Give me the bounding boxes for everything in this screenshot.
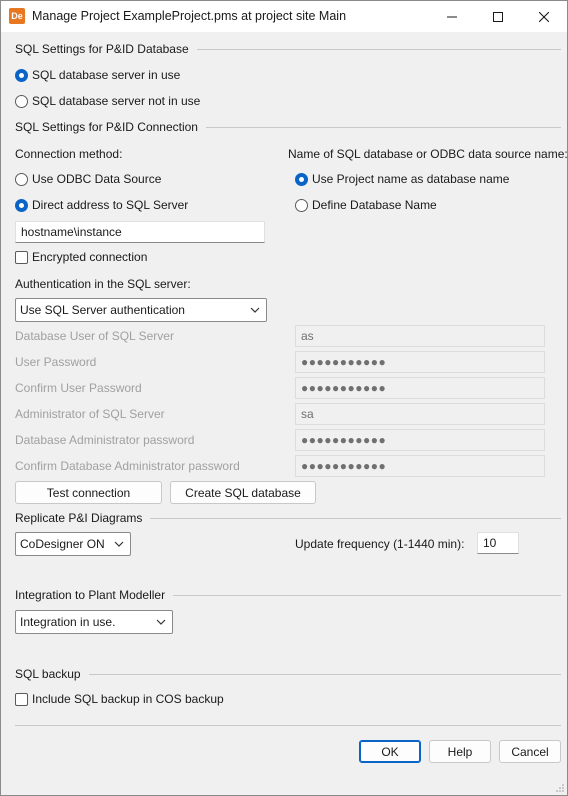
close-icon bbox=[539, 11, 549, 22]
integration-section: Integration to Plant Modeller bbox=[15, 588, 561, 602]
authentication-label: Authentication in the SQL server: bbox=[15, 277, 191, 291]
db-user-label: Database User of SQL Server bbox=[15, 329, 174, 343]
radio-label: Direct address to SQL Server bbox=[32, 198, 189, 212]
checkbox-label: Include SQL backup in COS backup bbox=[32, 692, 224, 706]
ok-button[interactable]: OK bbox=[359, 740, 421, 763]
test-connection-button[interactable]: Test connection bbox=[15, 481, 162, 504]
radio-unselected-icon bbox=[15, 94, 28, 108]
radio-label: Use Project name as database name bbox=[312, 172, 510, 186]
checkbox-icon bbox=[15, 250, 28, 264]
chevron-down-icon bbox=[250, 307, 260, 313]
encrypted-connection-checkbox[interactable]: Encrypted connection bbox=[15, 250, 147, 264]
resize-grip-icon[interactable] bbox=[555, 783, 565, 793]
confirm-db-admin-password-label: Confirm Database Administrator password bbox=[15, 459, 240, 473]
radio-odbc-source[interactable]: Use ODBC Data Source bbox=[15, 172, 161, 186]
integration-heading: Integration to Plant Modeller bbox=[15, 588, 166, 602]
title-bar: De Manage Project ExampleProject.pms at … bbox=[1, 1, 567, 32]
radio-sql-in-use[interactable]: SQL database server in use bbox=[15, 68, 180, 82]
maximize-icon bbox=[493, 11, 503, 22]
checkbox-icon bbox=[15, 692, 28, 706]
db-admin-password-label: Database Administrator password bbox=[15, 433, 195, 447]
connection-method-label: Connection method: bbox=[15, 147, 123, 161]
integration-value: Integration in use. bbox=[20, 615, 116, 629]
replicate-section: Replicate P&I Diagrams bbox=[15, 511, 561, 525]
footer-divider bbox=[15, 725, 561, 726]
radio-selected-icon bbox=[15, 198, 28, 212]
integration-select[interactable]: Integration in use. bbox=[15, 610, 173, 634]
sql-connection-section: SQL Settings for P&ID Connection bbox=[15, 120, 561, 134]
sql-backup-section: SQL backup bbox=[15, 667, 561, 681]
database-name-label: Name of SQL database or ODBC data source… bbox=[288, 147, 568, 161]
radio-selected-icon bbox=[295, 172, 308, 186]
radio-use-project-name[interactable]: Use Project name as database name bbox=[295, 172, 509, 186]
replicate-select[interactable]: CoDesigner ON bbox=[15, 532, 131, 556]
sql-database-heading: SQL Settings for P&ID Database bbox=[15, 42, 189, 56]
radio-direct-address[interactable]: Direct address to SQL Server bbox=[15, 198, 188, 212]
update-frequency-input[interactable]: 10 bbox=[477, 532, 519, 554]
replicate-heading: Replicate P&I Diagrams bbox=[15, 511, 143, 525]
minimize-icon bbox=[447, 16, 457, 17]
divider bbox=[173, 594, 561, 596]
close-button[interactable] bbox=[521, 1, 567, 32]
sql-connection-heading: SQL Settings for P&ID Connection bbox=[15, 120, 198, 134]
minimize-button[interactable] bbox=[429, 1, 475, 32]
radio-selected-icon bbox=[15, 68, 28, 82]
radio-sql-not-in-use[interactable]: SQL database server not in use bbox=[15, 94, 200, 108]
radio-unselected-icon bbox=[295, 198, 308, 212]
chevron-down-icon bbox=[156, 619, 166, 625]
confirm-user-password-input[interactable]: ●●●●●●●●●●● bbox=[295, 377, 545, 399]
authentication-select[interactable]: Use SQL Server authentication bbox=[15, 298, 267, 322]
manage-project-dialog: De Manage Project ExampleProject.pms at … bbox=[0, 0, 568, 796]
user-password-label: User Password bbox=[15, 355, 97, 369]
divider bbox=[150, 517, 561, 519]
replicate-value: CoDesigner ON bbox=[20, 537, 105, 551]
sql-backup-heading: SQL backup bbox=[15, 667, 81, 681]
db-user-input[interactable]: as bbox=[295, 325, 545, 347]
confirm-db-admin-password-input[interactable]: ●●●●●●●●●●● bbox=[295, 455, 545, 477]
cancel-button[interactable]: Cancel bbox=[499, 740, 561, 763]
update-frequency-label: Update frequency (1-1440 min): bbox=[295, 537, 465, 551]
sql-database-section: SQL Settings for P&ID Database bbox=[15, 42, 561, 56]
divider bbox=[205, 126, 561, 128]
chevron-down-icon bbox=[114, 541, 124, 547]
create-sql-database-button[interactable]: Create SQL database bbox=[170, 481, 316, 504]
divider bbox=[88, 673, 561, 675]
radio-label: Define Database Name bbox=[312, 198, 437, 212]
radio-define-database-name[interactable]: Define Database Name bbox=[295, 198, 437, 212]
include-sql-backup-checkbox[interactable]: Include SQL backup in COS backup bbox=[15, 692, 224, 706]
radio-label: SQL database server in use bbox=[32, 68, 181, 82]
sql-admin-label: Administrator of SQL Server bbox=[15, 407, 165, 421]
db-admin-password-input[interactable]: ●●●●●●●●●●● bbox=[295, 429, 545, 451]
window-title: Manage Project ExampleProject.pms at pro… bbox=[32, 9, 347, 23]
radio-unselected-icon bbox=[15, 172, 28, 186]
sql-admin-input[interactable]: sa bbox=[295, 403, 545, 425]
checkbox-label: Encrypted connection bbox=[32, 250, 148, 264]
user-password-input[interactable]: ●●●●●●●●●●● bbox=[295, 351, 545, 373]
radio-label: SQL database server not in use bbox=[32, 94, 201, 108]
maximize-button[interactable] bbox=[475, 1, 521, 32]
authentication-value: Use SQL Server authentication bbox=[20, 303, 185, 317]
help-button[interactable]: Help bbox=[429, 740, 491, 763]
confirm-user-password-label: Confirm User Password bbox=[15, 381, 142, 395]
app-icon: De bbox=[9, 8, 25, 24]
server-address-input[interactable]: hostname\instance bbox=[15, 221, 265, 243]
divider bbox=[196, 48, 561, 50]
radio-label: Use ODBC Data Source bbox=[32, 172, 162, 186]
